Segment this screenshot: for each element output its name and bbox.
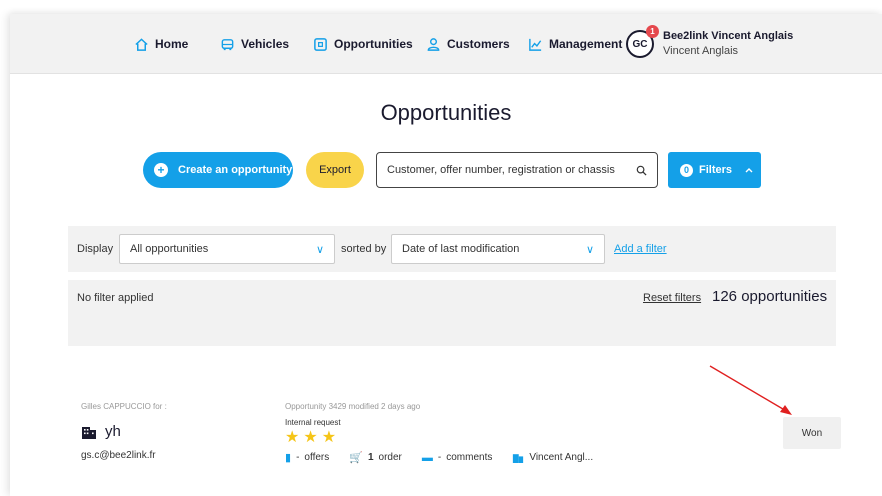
building-icon — [513, 454, 524, 463]
opportunities-count: 126 opportunities — [712, 288, 828, 305]
chevron-down-icon: ∨ — [585, 243, 594, 256]
no-filter-text: No filter applied — [77, 292, 154, 304]
chevron-down-icon: ∨ — [315, 243, 324, 256]
chart-line-icon — [529, 38, 542, 51]
display-label: Display — [77, 243, 114, 255]
nav-customers[interactable]: Customers — [426, 14, 510, 74]
filter-bar: Display All opportunities ∨ sorted by Da… — [68, 226, 836, 272]
nav-vehicles[interactable]: Vehicles — [220, 14, 289, 74]
user-menu[interactable]: GC 1 Bee2link Vincent Anglais Vincent An… — [626, 24, 793, 64]
sort-select-value: Date of last modification — [402, 243, 520, 255]
comments-label: comments — [446, 452, 493, 463]
car-icon — [221, 38, 234, 50]
card-request-type: Internal request — [285, 418, 341, 427]
user-subname: Vincent Anglais — [663, 45, 739, 57]
top-navigation: Home Vehicles Opportunities Customers Ma… — [10, 14, 882, 74]
nav-opportunities-label: Opportunities — [334, 37, 413, 51]
chevron-up-icon — [745, 168, 753, 173]
offers-count: - — [296, 452, 300, 463]
offers-label: offers — [304, 452, 330, 463]
opportunities-icon — [314, 37, 327, 51]
nav-management[interactable]: Management — [528, 14, 622, 74]
rating-stars: ★ ★ ★ — [285, 430, 336, 446]
card-customer[interactable]: yh — [81, 423, 121, 440]
avatar[interactable]: GC 1 — [626, 25, 659, 58]
star-icon: ★ — [303, 429, 318, 446]
card-author: Gilles CAPPUCCIO for : — [81, 402, 167, 411]
orders-label: order — [378, 452, 402, 463]
user-name: Bee2link Vincent Anglais — [663, 30, 794, 42]
building-icon — [82, 427, 96, 439]
star-icon: ★ — [321, 429, 337, 446]
avatar-initials: GC — [632, 38, 648, 50]
user-icon — [427, 37, 440, 51]
app-window: Home Vehicles Opportunities Customers Ma… — [10, 14, 882, 496]
search-icon[interactable] — [636, 165, 647, 176]
export-button[interactable]: Export — [306, 152, 364, 188]
nav-opportunities[interactable]: Opportunities — [313, 14, 413, 74]
sort-select[interactable]: Date of last modification ∨ — [391, 234, 605, 264]
page-title: Opportunities — [380, 100, 512, 125]
search-input[interactable]: Customer, offer number, registration or … — [376, 152, 658, 188]
home-icon — [135, 37, 148, 51]
card-opportunity-line: Opportunity 3429 modified 2 days ago — [285, 402, 421, 411]
filters-label: Filters — [699, 164, 733, 176]
nav-management-label: Management — [549, 37, 623, 51]
comments-count: - — [437, 452, 442, 463]
reset-filters-link[interactable]: Reset filters — [643, 292, 701, 304]
search-placeholder: Customer, offer number, registration or … — [387, 164, 615, 176]
plus-icon: + — [154, 163, 168, 177]
add-filter-link[interactable]: Add a filter — [614, 243, 667, 255]
create-opportunity-button[interactable]: + Create an opportunity — [143, 152, 293, 188]
seller-name: Vincent Angl... — [529, 452, 594, 463]
document-icon: ▮ — [285, 452, 292, 464]
notification-badge[interactable]: 1 — [646, 25, 659, 38]
sorted-by-label: sorted by — [341, 243, 387, 255]
display-select[interactable]: All opportunities ∨ — [119, 234, 335, 264]
annotation-arrow — [709, 365, 792, 415]
display-select-value: All opportunities — [130, 243, 209, 255]
nav-customers-label: Customers — [447, 37, 510, 51]
orders-count: 1 — [367, 452, 374, 463]
cart-icon: 🛒 — [349, 452, 363, 464]
comment-icon: ▬ — [421, 451, 433, 464]
filters-count-badge: 0 — [680, 163, 693, 177]
nav-vehicles-label: Vehicles — [241, 37, 290, 51]
card-customer-name: yh — [105, 423, 121, 440]
card-meta: ▮ - offers 🛒 1 order ▬ - comments Vincen… — [285, 451, 594, 465]
nav-home[interactable]: Home — [134, 14, 188, 74]
card-email: gs.c@bee2link.fr — [81, 450, 156, 461]
nav-home-label: Home — [155, 37, 189, 51]
create-opportunity-label: Create an opportunity — [178, 164, 293, 176]
star-icon: ★ — [285, 429, 300, 446]
filters-button[interactable]: 0 Filters — [668, 152, 761, 188]
results-bar: No filter applied Reset filters 126 oppo… — [68, 280, 836, 346]
